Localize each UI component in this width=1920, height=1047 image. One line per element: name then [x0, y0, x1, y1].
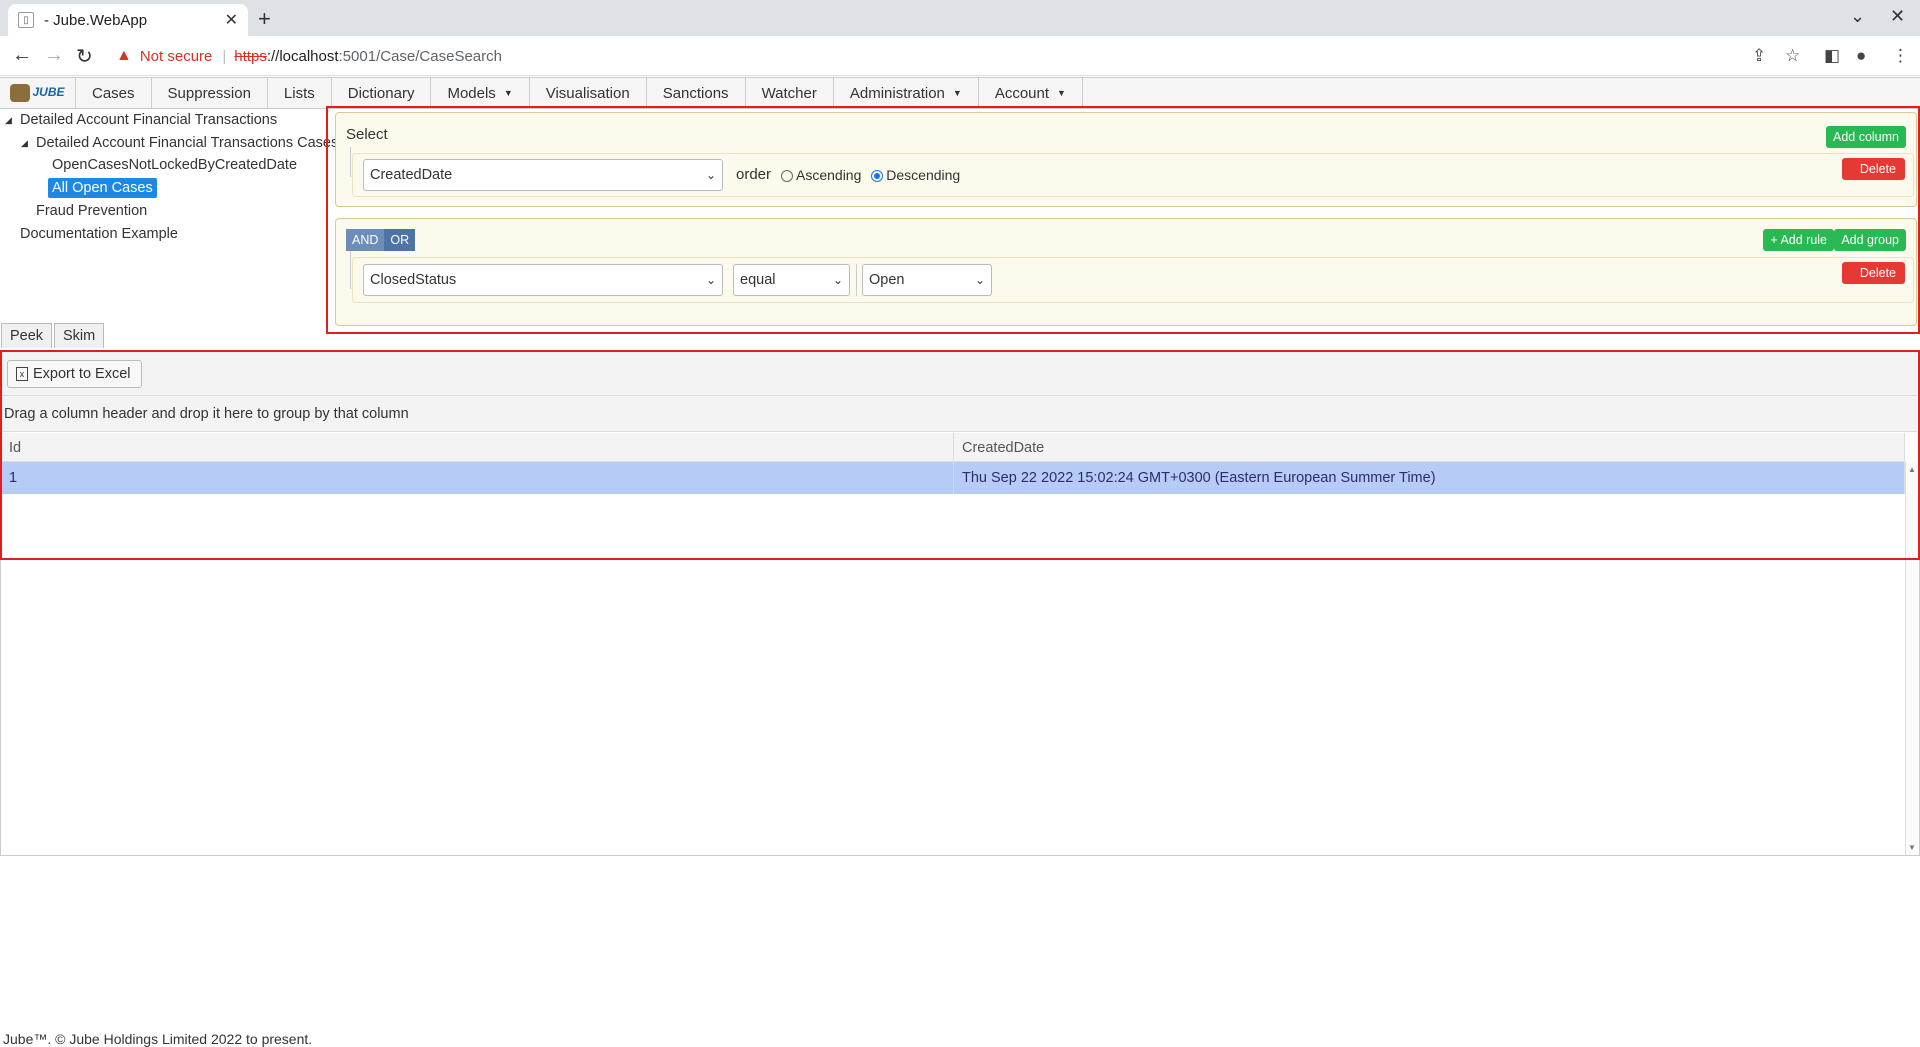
tree-node-documentation-example[interactable]: Documentation Example — [20, 226, 178, 242]
and-or-toggle: AND OR — [346, 229, 416, 251]
menu-account[interactable]: Account ▼ — [979, 78, 1083, 108]
menu-watcher[interactable]: Watcher — [746, 78, 834, 108]
dropdown-caret-icon: ▼ — [1057, 88, 1066, 98]
chevron-down-icon: ⌄ — [705, 273, 716, 287]
new-tab-icon[interactable]: + — [258, 6, 271, 32]
url-scheme: https — [234, 47, 267, 65]
dropdown-caret-icon: ▼ — [503, 88, 513, 98]
back-icon[interactable]: ← — [12, 44, 32, 67]
url-host: ://localhost — [266, 47, 339, 65]
app-menu-bar: JUBE Cases Suppression Lists Dictionary … — [0, 77, 1920, 109]
menu-visualisation[interactable]: Visualisation — [530, 78, 647, 108]
menu-lists[interactable]: Lists — [268, 78, 332, 108]
menu-administration[interactable]: Administration ▼ — [834, 78, 979, 108]
address-bar: ← → ↻ ▲ Not secure | https ://localhost … — [0, 36, 1920, 76]
reload-icon[interactable]: ↻ — [76, 44, 93, 69]
profile-avatar-icon[interactable]: ● — [1856, 46, 1866, 66]
close-tab-icon[interactable]: ✕ — [225, 10, 238, 30]
bookmark-star-icon[interactable]: ☆ — [1785, 46, 1800, 66]
tree-connector — [350, 251, 351, 289]
forward-icon[interactable]: → — [44, 44, 64, 67]
collapse-icon[interactable]: ◢ — [5, 115, 12, 126]
tab-title: - Jube.WebApp — [44, 11, 148, 29]
case-tree: ◢ Detailed Account Financial Transaction… — [0, 110, 338, 325]
tree-node-cases[interactable]: Detailed Account Financial Transactions … — [36, 135, 338, 151]
operator-select[interactable]: equal ⌄ — [733, 264, 850, 296]
chevron-down-icon: ⌄ — [974, 273, 985, 287]
url-path: :5001/Case/CaseSearch — [338, 47, 502, 65]
tree-connector — [350, 147, 351, 177]
tree-node-root[interactable]: Detailed Account Financial Transactions — [20, 112, 277, 128]
add-column-button[interactable]: Add column — [1825, 126, 1906, 148]
footer-copyright: Jube™. © Jube Holdings Limited 2022 to p… — [3, 1031, 313, 1047]
menu-dictionary[interactable]: Dictionary — [332, 78, 432, 108]
select-label: Select — [346, 126, 388, 143]
order-label: order — [736, 166, 772, 183]
query-builder: Select Add column CreatedDate ⌄ order Asc… — [326, 106, 1920, 334]
share-icon[interactable]: ⇪ — [1752, 46, 1766, 66]
menu-cases[interactable]: Cases — [76, 78, 152, 108]
descending-radio[interactable] — [871, 170, 884, 183]
or-button[interactable]: OR — [384, 229, 416, 251]
tab-peek[interactable]: Peek — [1, 323, 53, 348]
order-radio-group: Ascending Descending — [781, 167, 960, 183]
scroll-down-icon[interactable]: ▼ — [1908, 843, 1916, 852]
tree-node-open-cases-not-locked[interactable]: OpenCasesNotLockedByCreatedDate — [52, 157, 297, 173]
column-select[interactable]: CreatedDate ⌄ — [363, 159, 723, 191]
select-rule: CreatedDate ⌄ order Ascending Descending … — [352, 153, 1914, 197]
browser-tab[interactable]: ▯ - Jube.WebApp ✕ — [8, 4, 248, 36]
menu-kebab-icon[interactable]: ⋮ — [1892, 46, 1909, 66]
close-window-icon[interactable]: ✕ — [1890, 6, 1905, 27]
divider: | — [222, 47, 227, 65]
tree-node-all-open-cases[interactable]: All Open Cases — [48, 178, 157, 198]
browser-tab-strip: ▯ - Jube.WebApp ✕ + ⌄ ✕ — [0, 0, 1920, 36]
menu-suppression[interactable]: Suppression — [152, 78, 268, 108]
filter-rule: ClosedStatus ⌄ equal ⌄ Open ⌄ Delete — [352, 257, 1914, 303]
dropdown-caret-icon: ▼ — [952, 88, 962, 98]
tab-search-icon[interactable]: ⌄ — [1850, 6, 1865, 27]
field-select[interactable]: ClosedStatus ⌄ — [363, 264, 723, 296]
menu-models[interactable]: Models ▼ — [431, 78, 530, 108]
ascending-label[interactable]: Ascending — [796, 167, 861, 183]
and-button[interactable]: AND — [346, 229, 385, 251]
side-panel-icon[interactable]: ◧ — [1824, 46, 1840, 66]
jube-logo[interactable]: JUBE — [0, 78, 76, 108]
not-secure-label[interactable]: Not secure — [140, 48, 213, 65]
tree-node-fraud-prevention[interactable]: Fraud Prevention — [36, 203, 147, 219]
tab-skim[interactable]: Skim — [54, 323, 105, 348]
warning-icon: ▲ — [116, 47, 132, 64]
collapse-icon[interactable]: ◢ — [21, 138, 28, 149]
add-rule-button[interactable]: + Add rule — [1763, 229, 1834, 251]
url-field[interactable]: ▲ Not secure | https ://localhost :5001/… — [108, 40, 1748, 72]
chevron-down-icon: ⌄ — [705, 168, 716, 182]
logo-mark: JUBE — [10, 84, 65, 102]
ascending-radio[interactable] — [781, 170, 793, 183]
divider — [856, 264, 857, 296]
descending-label[interactable]: Descending — [886, 167, 960, 183]
delete-column-button[interactable]: Delete — [1841, 158, 1905, 180]
value-select[interactable]: Open ⌄ — [862, 264, 992, 296]
chevron-down-icon: ⌄ — [832, 273, 843, 287]
delete-rule-button[interactable]: Delete — [1841, 262, 1905, 284]
filter-group: AND OR + Add rule Add group ClosedStatus… — [335, 218, 1917, 326]
menu-sanctions[interactable]: Sanctions — [647, 78, 746, 108]
add-group-button[interactable]: Add group — [1834, 229, 1906, 251]
select-group: Select Add column CreatedDate ⌄ order Asc… — [335, 112, 1917, 207]
page-icon: ▯ — [18, 12, 34, 28]
results-highlight-frame — [0, 350, 1920, 560]
